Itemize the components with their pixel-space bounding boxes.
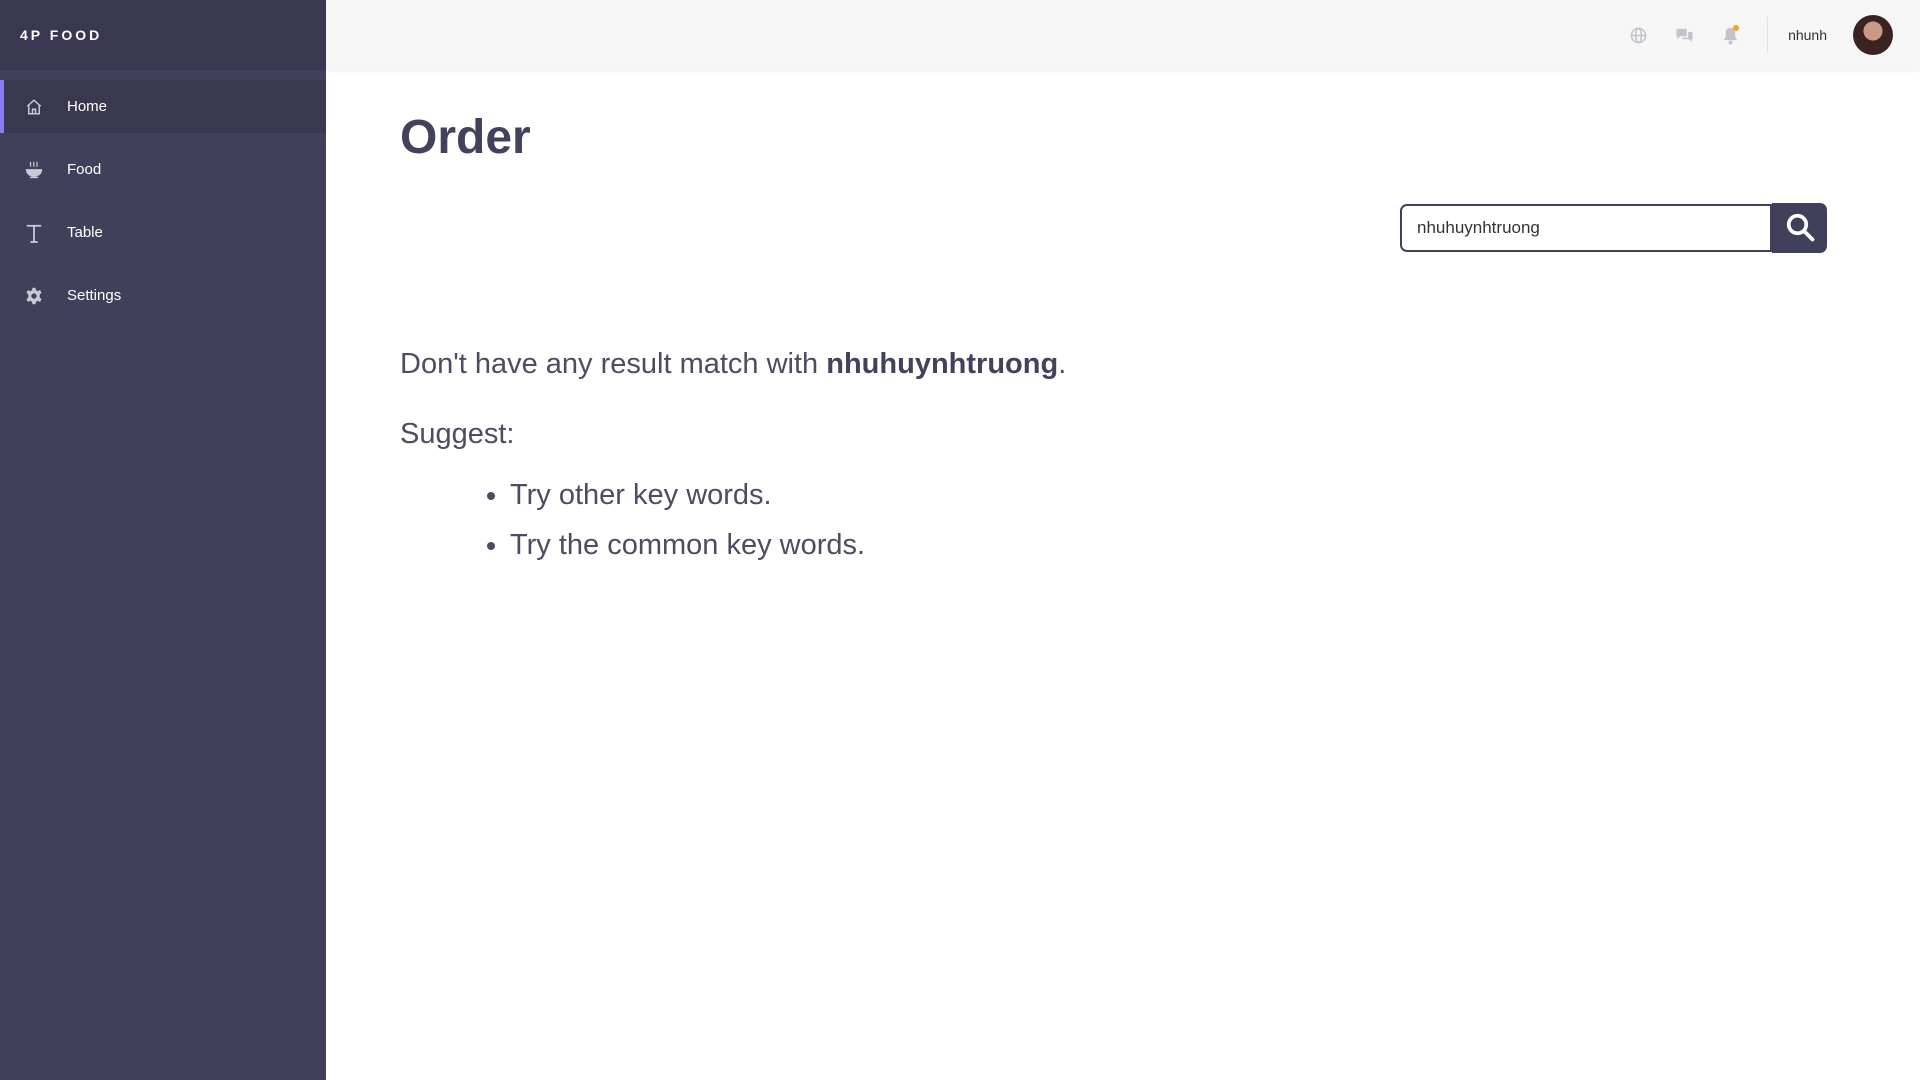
divider <box>1767 17 1769 53</box>
suggestion-list: Try other key words. Try the common key … <box>400 476 1830 564</box>
search-bar <box>1400 203 1827 253</box>
top-bar: nhunh <box>326 0 1920 70</box>
home-icon <box>24 97 44 117</box>
gear-icon <box>24 286 44 306</box>
sidebar-item-food[interactable]: Food <box>0 143 326 196</box>
list-item: Try the common key words. <box>510 526 1830 564</box>
globe-icon[interactable] <box>1627 24 1649 46</box>
bowl-icon <box>24 160 44 180</box>
top-bar-actions: nhunh <box>1627 0 1920 70</box>
chat-icon[interactable] <box>1673 24 1695 46</box>
main-content: Order Don't have any result match with n… <box>400 70 1830 576</box>
no-result-message: Don't have any result match with nhuhuyn… <box>400 345 1830 383</box>
sidebar: 4P FOOD Home Food Table Settings <box>0 0 326 1080</box>
search-input[interactable] <box>1400 204 1772 252</box>
list-item: Try other key words. <box>510 476 1830 514</box>
result-suffix: . <box>1058 348 1067 380</box>
avatar[interactable] <box>1853 15 1893 55</box>
sidebar-item-label: Food <box>67 161 102 178</box>
sidebar-item-home[interactable]: Home <box>0 80 326 133</box>
result-query: nhuhuynhtruong <box>826 348 1059 380</box>
search-icon <box>1785 212 1815 245</box>
bell-icon[interactable] <box>1719 24 1741 46</box>
brand-logo[interactable]: 4P FOOD <box>0 0 326 70</box>
suggest-label: Suggest: <box>400 418 515 450</box>
sidebar-item-settings[interactable]: Settings <box>0 269 326 322</box>
sidebar-item-label: Home <box>67 98 108 115</box>
sidebar-nav: Home Food Table Settings <box>0 80 326 322</box>
search-button[interactable] <box>1772 203 1827 253</box>
text-t-icon <box>24 223 44 243</box>
sidebar-item-label: Settings <box>67 287 122 304</box>
result-prefix: Don't have any result match with <box>400 348 827 380</box>
username[interactable]: nhunh <box>1788 27 1827 43</box>
page-title: Order <box>400 111 531 164</box>
sidebar-item-label: Table <box>67 224 103 241</box>
sidebar-item-table[interactable]: Table <box>0 206 326 259</box>
